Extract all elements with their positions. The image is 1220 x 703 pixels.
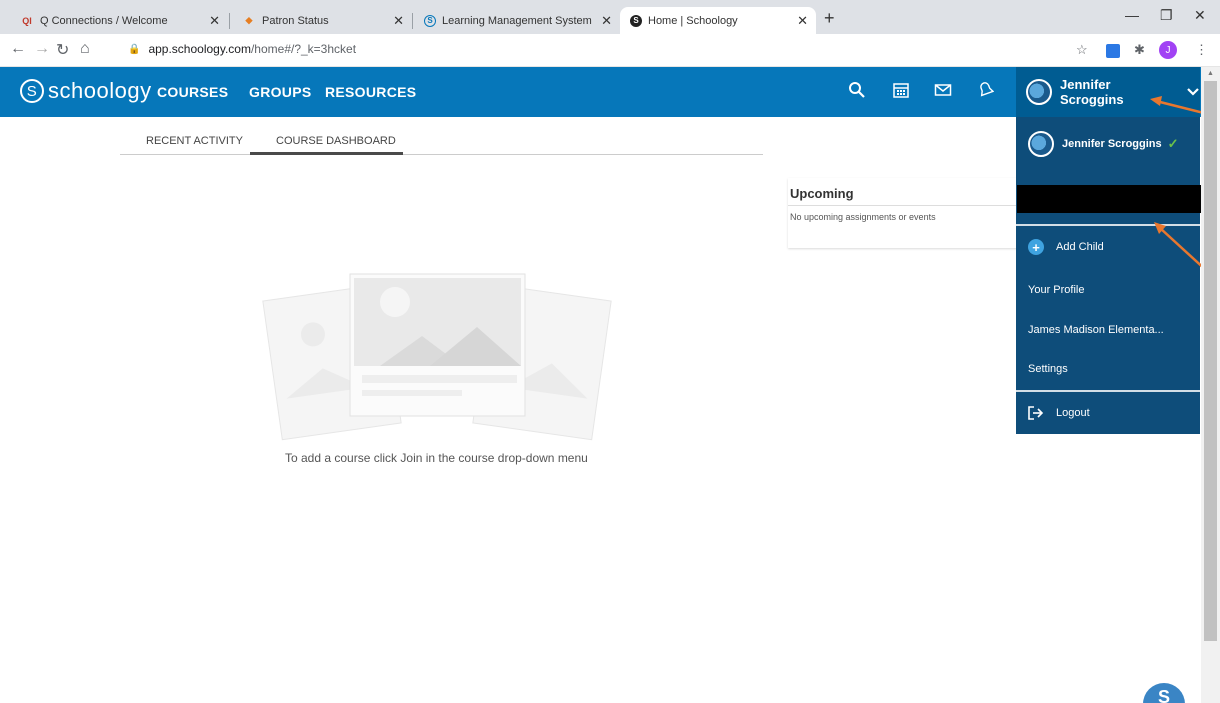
- url-path: /home#/?_k=3hcket: [250, 42, 357, 56]
- user-avatar: [1026, 79, 1052, 105]
- reload-icon[interactable]: ↻: [56, 40, 69, 60]
- dropdown-user-name: Jennifer Scroggins: [1062, 138, 1162, 150]
- school-link[interactable]: James Madison Elementa...: [1016, 315, 1200, 345]
- upcoming-title: Upcoming: [788, 186, 1020, 206]
- extensions-puzzle-icon[interactable]: ✱: [1134, 42, 1145, 58]
- tab-title: Home | Schoology: [648, 14, 738, 27]
- star-icon[interactable]: ☆: [1076, 42, 1088, 58]
- tab-recent-activity[interactable]: RECENT ACTIVITY: [146, 135, 243, 147]
- home-tabs: RECENT ACTIVITY COURSE DASHBOARD: [120, 127, 763, 155]
- add-child-label: Add Child: [1056, 241, 1104, 253]
- upcoming-panel: Upcoming No upcoming assignments or even…: [788, 178, 1020, 248]
- tab-title: Learning Management System |: [442, 14, 592, 27]
- user-avatar: [1028, 131, 1054, 157]
- qc-favicon-icon: QI: [22, 15, 32, 26]
- plus-icon: +: [1028, 239, 1044, 255]
- scroll-up-arrow-icon[interactable]: ▲: [1207, 70, 1214, 77]
- chevron-down-icon: [1186, 84, 1200, 100]
- menu-kebab-icon[interactable]: ⋮: [1195, 42, 1208, 58]
- browser-tab[interactable]: S Learning Management System | ✕: [414, 7, 620, 34]
- translate-extension-icon[interactable]: [1106, 44, 1120, 58]
- browser-tab-active[interactable]: S Home | Schoology ✕: [620, 7, 816, 34]
- lock-icon: 🔒: [128, 43, 141, 55]
- browser-tab-bar: QI Q Connections / Welcome ✕ ◆ Patron St…: [0, 0, 1220, 34]
- minimize-icon[interactable]: —: [1125, 7, 1139, 23]
- active-tab-indicator: [250, 152, 403, 155]
- add-child-button[interactable]: + Add Child: [1016, 230, 1200, 264]
- empty-courses-message: To add a course click Join in the course…: [285, 451, 588, 465]
- user-menu-button[interactable]: Jennifer Scroggins: [1016, 67, 1200, 117]
- upcoming-empty-text: No upcoming assignments or events: [790, 212, 936, 222]
- logout-button[interactable]: Logout: [1016, 397, 1200, 429]
- mail-icon[interactable]: [934, 81, 952, 104]
- dropdown-divider: [1016, 390, 1200, 392]
- logo-text: schoology: [48, 78, 152, 103]
- schoology-favicon-icon: S: [630, 14, 642, 27]
- page-scrollbar[interactable]: ▲: [1201, 67, 1220, 703]
- nav-resources[interactable]: RESOURCES: [325, 84, 416, 100]
- close-icon[interactable]: ✕: [601, 13, 612, 29]
- dropdown-divider: [1016, 224, 1200, 226]
- nav-groups[interactable]: GROUPS: [249, 84, 311, 100]
- checkmark-icon: ✓: [1167, 136, 1179, 151]
- browser-tab[interactable]: ◆ Patron Status ✕: [232, 7, 412, 34]
- close-icon[interactable]: ✕: [209, 13, 220, 29]
- schoology-logo-icon: S: [20, 79, 44, 103]
- close-icon[interactable]: ✕: [797, 13, 808, 29]
- browser-tab[interactable]: QI Q Connections / Welcome ✕: [10, 7, 228, 34]
- user-dropdown-menu: Jennifer Scroggins ✓ + Add Child Your Pr…: [1016, 117, 1200, 434]
- patron-favicon-icon: ◆: [245, 15, 253, 25]
- tab-title: Q Connections / Welcome: [40, 14, 168, 27]
- back-arrow-icon[interactable]: ←: [10, 40, 26, 58]
- user-name: Jennifer Scroggins: [1060, 77, 1124, 107]
- new-tab-icon[interactable]: +: [824, 8, 835, 29]
- schoology-logo[interactable]: S schoology: [20, 78, 152, 104]
- profile-avatar[interactable]: J: [1159, 41, 1177, 59]
- help-fab-button[interactable]: S: [1143, 683, 1185, 703]
- close-icon[interactable]: ✕: [393, 13, 404, 29]
- home-icon[interactable]: ⌂: [80, 40, 90, 58]
- forward-arrow-icon[interactable]: →: [34, 40, 50, 58]
- schoology-favicon-icon: S: [424, 14, 436, 27]
- empty-courses-illustration: [262, 273, 612, 441]
- logout-label: Logout: [1056, 407, 1090, 419]
- logout-icon: [1028, 406, 1044, 420]
- nav-courses[interactable]: COURSES: [157, 84, 228, 100]
- calendar-icon[interactable]: [892, 81, 910, 104]
- your-profile-link[interactable]: Your Profile: [1016, 275, 1200, 305]
- scrollbar-thumb[interactable]: [1204, 81, 1217, 641]
- tab-course-dashboard[interactable]: COURSE DASHBOARD: [276, 135, 396, 147]
- browser-toolbar: ← → ↻ ⌂ 🔒 app.schoology.com/home#/?_k=3h…: [0, 34, 1220, 67]
- redaction-box: [1017, 185, 1214, 213]
- window-close-icon[interactable]: ✕: [1194, 7, 1206, 24]
- notifications-bell-icon[interactable]: [976, 81, 995, 104]
- search-icon[interactable]: [848, 81, 866, 104]
- restore-icon[interactable]: ❐: [1160, 7, 1173, 24]
- url-host: app.schoology.com: [148, 42, 251, 56]
- address-bar[interactable]: 🔒 app.schoology.com/home#/?_k=3hcket: [128, 42, 356, 56]
- tab-title: Patron Status: [262, 14, 329, 27]
- dropdown-current-user[interactable]: Jennifer Scroggins ✓: [1016, 127, 1200, 161]
- settings-link[interactable]: Settings: [1016, 354, 1200, 384]
